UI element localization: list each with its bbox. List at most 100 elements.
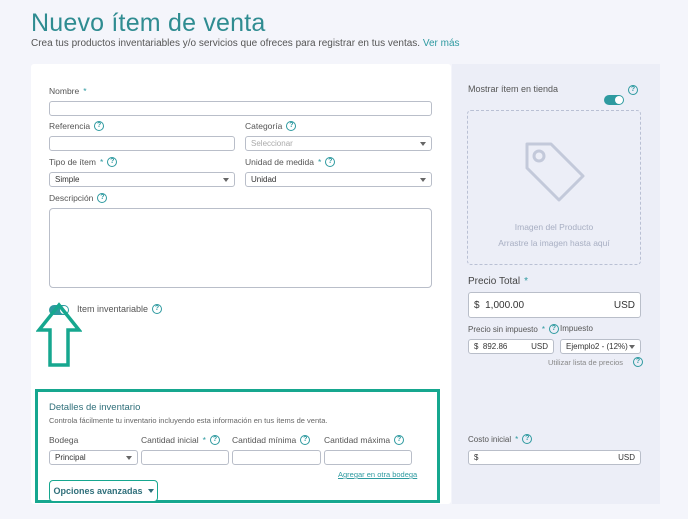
inventory-title: Detalles de inventario [49, 402, 141, 413]
image-title: Imagen del Producto [514, 222, 594, 232]
referencia-label: Referencia ? [49, 121, 105, 131]
chevron-down-icon [629, 344, 635, 349]
required-mark: * [515, 434, 519, 444]
categoria-label-text: Categoría [245, 121, 283, 131]
categoria-select[interactable]: Seleccionar [245, 136, 432, 151]
required-mark: * [99, 157, 104, 167]
chevron-down-icon [223, 177, 229, 182]
currency-code: USD [618, 453, 635, 462]
categoria-placeholder: Seleccionar [251, 139, 293, 148]
unidad-label-text: Unidad de medida [245, 157, 314, 167]
categoria-label: Categoría ? [245, 121, 297, 131]
opciones-avanzadas-button[interactable]: Opciones avanzadas [49, 480, 158, 502]
mostrar-tienda-toggle[interactable] [604, 95, 624, 105]
help-icon[interactable]: ? [628, 85, 638, 95]
bodega-label-text: Bodega [49, 435, 79, 445]
tipo-label-text: Tipo de ítem [49, 157, 96, 167]
page-title: Nuevo ítem de venta [31, 9, 266, 37]
help-icon[interactable]: ? [548, 324, 559, 334]
impuesto-label-text: Impuesto [560, 324, 593, 333]
precio-total-label-text: Precio Total [468, 276, 521, 287]
inventory-description: Controla fácilmente tu inventario incluy… [49, 416, 328, 425]
cantidad-inicial-label-text: Cantidad inicial [141, 435, 199, 445]
impuesto-value: Ejemplo2 - (12%) [566, 342, 628, 351]
bodega-value: Principal [55, 453, 86, 462]
cantidad-minima-label-text: Cantidad mínima [232, 435, 297, 445]
nombre-label: Nombre * [49, 86, 87, 96]
referencia-input[interactable] [49, 136, 235, 151]
bodega-label: Bodega [49, 435, 78, 445]
precio-total-value: 1,000.00 [485, 299, 525, 311]
inventariable-label-text: Item inventariable [77, 304, 149, 314]
chevron-down-icon [420, 141, 426, 146]
currency-code: USD [531, 342, 548, 351]
descripcion-label: Descripción ? [49, 193, 108, 203]
tipo-value: Simple [55, 175, 80, 184]
precio-total-label: Precio Total * [468, 276, 528, 287]
help-icon[interactable]: ? [286, 121, 297, 131]
inventariable-label: Item inventariable ? [77, 304, 163, 314]
currency-symbol: $ [474, 453, 479, 462]
opciones-avanzadas-label: Opciones avanzadas [53, 486, 143, 496]
page-subtitle: Crea tus productos inventariables y/o se… [31, 38, 460, 49]
help-icon[interactable]: ? [94, 121, 105, 131]
precio-total-value-wrap: $ 1,000.00 [474, 300, 524, 311]
required-mark: * [524, 276, 528, 287]
impuesto-label: Impuesto [560, 324, 593, 333]
cantidad-maxima-input[interactable] [324, 450, 412, 465]
unidad-select[interactable]: Unidad [245, 172, 432, 187]
nombre-label-text: Nombre [49, 86, 80, 96]
help-icon[interactable]: ? [152, 304, 163, 314]
mostrar-tienda-label: Mostrar ítem en tienda [468, 84, 559, 94]
tipo-label: Tipo de ítem * ? [49, 157, 118, 167]
costo-inicial-label: Costo inicial * ? [468, 434, 533, 444]
agregar-bodega-link[interactable]: Agregar en otra bodega [338, 470, 417, 479]
price-tag-icon [525, 142, 585, 202]
lista-precios-link[interactable]: Utilizar lista de precios [548, 358, 623, 367]
precio-sin-impuesto-value: 892.86 [482, 342, 508, 351]
help-icon[interactable]: ? [522, 434, 533, 444]
required-mark: * [541, 324, 545, 334]
currency-symbol: $ [474, 342, 479, 351]
costo-inicial-label-text: Costo inicial [468, 434, 512, 444]
unidad-label: Unidad de medida * ? [245, 157, 336, 167]
chevron-down-icon [147, 489, 154, 493]
subtitle-text: Crea tus productos inventariables y/o se… [31, 38, 421, 49]
help-icon[interactable]: ? [300, 435, 311, 445]
arrow-up-icon [36, 302, 82, 367]
help-icon[interactable]: ? [633, 357, 644, 367]
ver-mas-link[interactable]: Ver más [423, 38, 460, 49]
currency-symbol: $ [474, 299, 480, 311]
required-mark: * [83, 86, 87, 96]
cantidad-minima-label: Cantidad mínima ? [232, 435, 311, 445]
referencia-label-text: Referencia [49, 121, 91, 131]
chevron-down-icon [420, 177, 426, 182]
cantidad-minima-input[interactable] [232, 450, 321, 465]
descripcion-textarea[interactable] [49, 208, 432, 288]
precio-sin-impuesto-label-text: Precio sin impuesto [468, 324, 538, 334]
tipo-select[interactable]: Simple [49, 172, 235, 187]
unidad-value: Unidad [251, 175, 277, 184]
help-icon[interactable]: ? [394, 435, 405, 445]
precio-total-input[interactable]: $ 1,000.00 USD [468, 292, 641, 318]
required-mark: * [202, 435, 206, 445]
image-hint: Arrastre la imagen hasta aquí [498, 238, 610, 248]
help-icon[interactable]: ? [325, 157, 336, 167]
cantidad-inicial-label: Cantidad inicial * ? [141, 435, 220, 445]
costo-inicial-input[interactable]: $ USD [468, 450, 641, 465]
cantidad-maxima-label-text: Cantidad máxima [324, 435, 391, 445]
precio-sin-impuesto-label: Precio sin impuesto * ? [468, 324, 559, 334]
required-mark: * [318, 157, 322, 167]
bodega-select[interactable]: Principal [49, 450, 138, 465]
impuesto-select[interactable]: Ejemplo2 - (12%) [560, 339, 641, 354]
cantidad-inicial-input[interactable] [141, 450, 229, 465]
help-icon[interactable]: ? [209, 435, 220, 445]
currency-code: USD [613, 299, 635, 311]
cantidad-maxima-label: Cantidad máxima ? [324, 435, 405, 445]
nombre-input[interactable] [49, 101, 432, 116]
help-icon[interactable]: ? [97, 193, 108, 203]
precio-sin-impuesto-value-wrap: $ 892.86 [474, 342, 507, 351]
lista-precios-row: Utilizar lista de precios ? [548, 357, 644, 367]
precio-sin-impuesto-input[interactable]: $ 892.86 USD [468, 339, 554, 354]
help-icon[interactable]: ? [107, 157, 118, 167]
